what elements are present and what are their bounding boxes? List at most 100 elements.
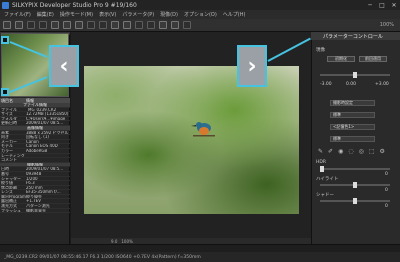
- info-key: 更新日時: [1, 121, 17, 125]
- preset-label: 現像: [316, 48, 325, 53]
- menu-develop[interactable]: 現像(D): [160, 11, 178, 18]
- menu-bar: ファイル(F) 編集(E) 操作モード(M) 表示(V) パラメータ(P) 現像…: [0, 10, 400, 19]
- prev-image-button[interactable]: ‹: [49, 45, 79, 87]
- info-key: 絞り値: [1, 181, 13, 185]
- spot-icon[interactable]: [135, 21, 143, 29]
- maximize-button[interactable]: □: [376, 2, 388, 9]
- hdr-knob[interactable]: [320, 166, 324, 172]
- print-icon[interactable]: [183, 21, 191, 29]
- compare-view-icon[interactable]: [75, 21, 83, 29]
- highlight-knob[interactable]: [353, 182, 357, 188]
- info-value: 12.72MB (13351850): [26, 112, 69, 116]
- save-icon[interactable]: [15, 21, 23, 29]
- minimize-button[interactable]: ─: [364, 2, 376, 9]
- thumbnail-view-icon[interactable]: [51, 21, 59, 29]
- batch-develop-icon[interactable]: [171, 21, 179, 29]
- info-key: シャッター: [1, 176, 21, 181]
- shadow-label: シャドー: [316, 193, 334, 198]
- info-value: Canon EOS 40D: [26, 144, 58, 148]
- noise-icon[interactable]: ◌: [348, 148, 353, 155]
- rotate-left-icon[interactable]: [87, 21, 95, 29]
- info-value: [26, 154, 70, 158]
- highlight-slider[interactable]: [320, 182, 390, 188]
- menu-mode[interactable]: 操作モード(M): [60, 11, 93, 18]
- info-key: 露出補正: [1, 199, 17, 204]
- info-value: [26, 158, 70, 162]
- info-value: 1/200: [26, 176, 38, 181]
- info-value: _MG_0239.CR2: [26, 107, 57, 112]
- color-wheel-icon[interactable]: ◉: [338, 148, 343, 155]
- shadow-knob[interactable]: [353, 198, 357, 204]
- open-folder-icon[interactable]: [3, 21, 11, 29]
- eyedropper-icon[interactable]: ✎: [318, 148, 323, 155]
- info-key: 日時: [1, 167, 9, 171]
- shadow-value: 0: [385, 204, 388, 209]
- shadow-slider[interactable]: [320, 198, 390, 204]
- preview-view-icon[interactable]: [63, 21, 71, 29]
- tone-select[interactable]: 標準: [330, 112, 375, 118]
- info-key: レーティング: [1, 153, 25, 158]
- info-key: 向き: [1, 135, 9, 139]
- sharpness-value: 標準: [333, 136, 341, 141]
- hdr-slider[interactable]: [320, 166, 390, 172]
- info-key: メーカー: [1, 139, 17, 144]
- exposure-slider[interactable]: [320, 72, 390, 78]
- menu-option[interactable]: オプション(O): [184, 11, 217, 18]
- reset-button[interactable]: 前回適用: [359, 56, 387, 62]
- undo-icon[interactable]: [27, 21, 35, 29]
- menu-parameter[interactable]: パラメータ(P): [122, 11, 154, 18]
- exposure-min: -3.00: [320, 82, 332, 87]
- redo-icon[interactable]: [39, 21, 47, 29]
- info-key: 焦点距離: [1, 185, 17, 190]
- menu-help[interactable]: ヘルプ(H): [223, 11, 246, 18]
- lens-icon[interactable]: ◎: [359, 148, 364, 155]
- zoom-level[interactable]: 100%: [380, 22, 394, 28]
- title-bar: SILKYPIX Developer Studio Pro 9 #19/160 …: [0, 0, 400, 10]
- close-button[interactable]: ✕: [388, 2, 400, 9]
- settings-icon[interactable]: ⚙: [379, 148, 384, 155]
- callout-prev-top: [1, 36, 9, 44]
- info-rows: ファイル情報 ファイル _MG_0239.CR2 サイズ 12.72MB (133518…: [0, 103, 70, 214]
- info-value: AdobeRGB: [26, 148, 48, 153]
- straighten-icon[interactable]: [123, 21, 131, 29]
- brush-icon[interactable]: ✐: [328, 148, 333, 155]
- crop-tool-icon[interactable]: ⬚: [369, 148, 375, 155]
- info-key: カラー: [1, 148, 13, 153]
- kingfisher-figure: [191, 122, 215, 137]
- white-balance-select[interactable]: 撮影時設定: [330, 100, 375, 106]
- info-key: 画素: [1, 130, 9, 135]
- color-value: <記憶色1>: [333, 124, 355, 129]
- tool-icon-row: ✎ ✐ ◉ ◌ ◎ ⬚ ⚙: [318, 148, 385, 155]
- info-key: サイズ: [1, 112, 13, 116]
- sharpness-select[interactable]: 標準: [330, 136, 375, 142]
- reset-button-label: 前回適用: [365, 56, 381, 61]
- info-key: モデル: [1, 144, 13, 148]
- white-balance-value: 撮影時設定: [333, 100, 353, 105]
- crop-icon[interactable]: [111, 21, 119, 29]
- info-value: 回転なし (1): [26, 135, 49, 139]
- parameter-panel-header: パラメーターコントロール: [311, 32, 400, 40]
- info-value: +1.7EV: [26, 199, 41, 204]
- image-counter: #19/160: [110, 1, 137, 9]
- info-row: フラッシュ 撮影非発光: [0, 209, 70, 214]
- info-key: フラッシュ: [1, 208, 21, 213]
- exposure-max: +3.00: [375, 82, 389, 87]
- info-key: コメント: [1, 158, 17, 162]
- next-image-button[interactable]: ›: [237, 45, 267, 87]
- rotate-right-icon[interactable]: [99, 21, 107, 29]
- develop-icon[interactable]: [159, 21, 167, 29]
- info-key: レンズ: [1, 190, 13, 194]
- menu-view[interactable]: 表示(V): [99, 11, 116, 18]
- info-key: フォルダ: [1, 116, 17, 121]
- menu-edit[interactable]: 編集(E): [37, 11, 54, 18]
- chevron-left-icon: ‹: [59, 53, 69, 79]
- mark-icon[interactable]: [147, 21, 155, 29]
- preview-image[interactable]: [84, 66, 299, 214]
- menu-file[interactable]: ファイル(F): [4, 11, 31, 18]
- exif-info-table: 項目名 情報 ファイル情報 ファイル _MG_0239.CR2 サイズ 12.72MB …: [0, 98, 70, 244]
- info-value: F6.3: [26, 181, 35, 185]
- color-select[interactable]: <記憶色1>: [330, 124, 375, 130]
- info-value: 2009/01/07 08:5...: [26, 121, 64, 125]
- init-button[interactable]: 初期化: [327, 56, 355, 62]
- exposure-slider-knob[interactable]: [353, 72, 357, 78]
